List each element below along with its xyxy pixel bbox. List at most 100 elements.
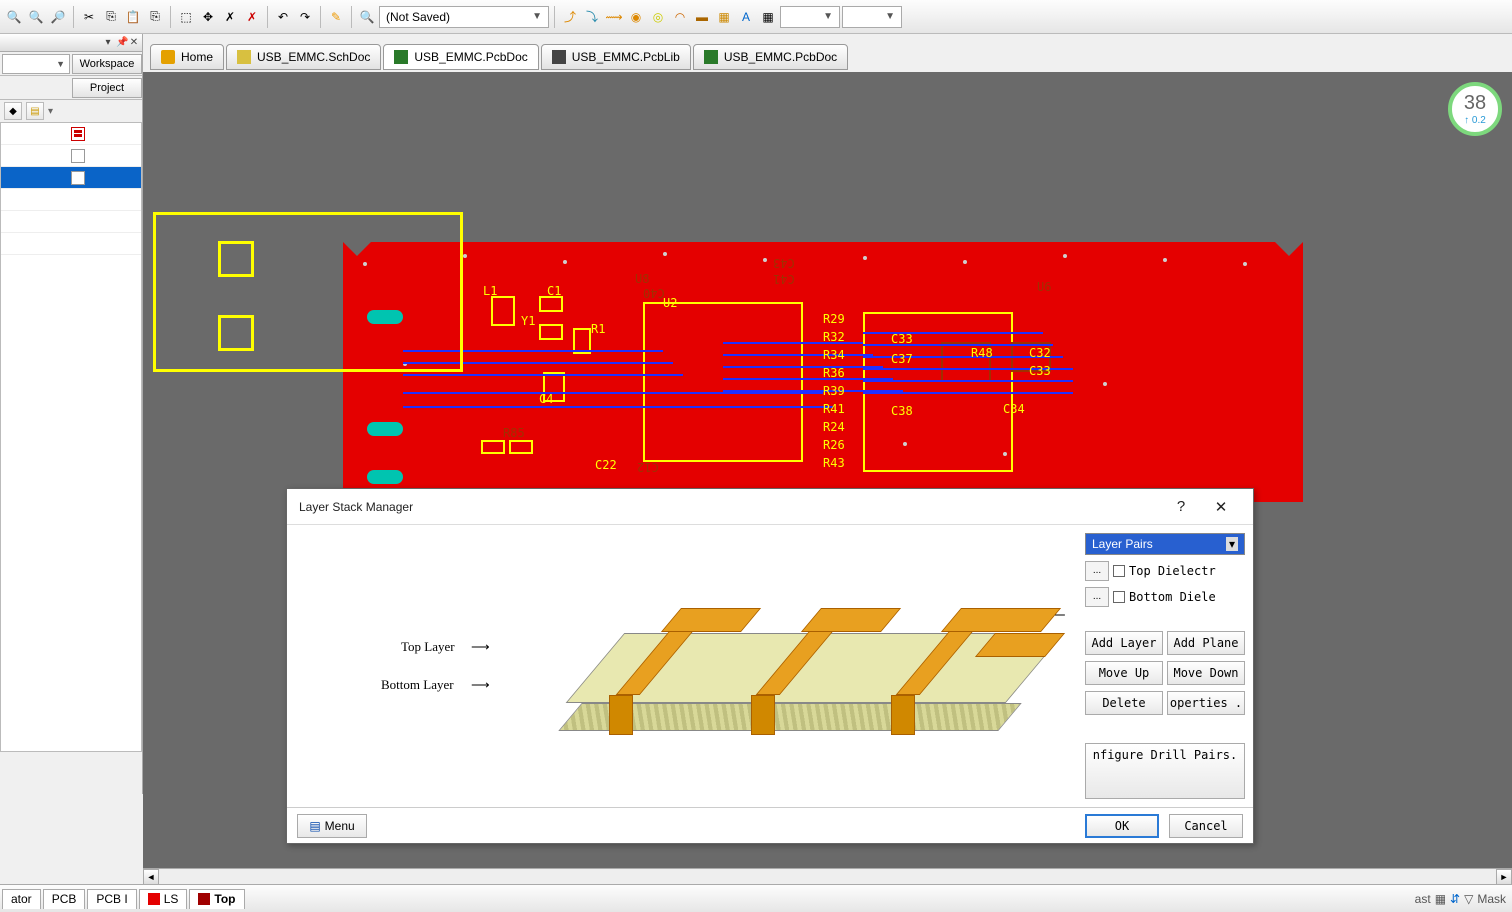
horizontal-scrollbar[interactable]: ◄ ► [143, 868, 1512, 884]
select-rect-icon[interactable]: ⬚ [176, 7, 196, 27]
tab-pcblib[interactable]: USB_EMMC.PcbLib [541, 44, 691, 70]
clear-icon[interactable]: ✗ [242, 7, 262, 27]
tree-item[interactable] [1, 145, 141, 167]
tab-ator[interactable]: ator [2, 889, 41, 909]
layer-swatch-icon [198, 893, 210, 905]
dialog-titlebar[interactable]: Layer Stack Manager ? ✕ [287, 489, 1253, 525]
project-tree[interactable] [0, 122, 142, 752]
updown-icon[interactable]: ⇵ [1450, 892, 1460, 906]
dialog-side-panel: Layer Pairs ▾ ... Top Dielectr ... Botto… [1085, 533, 1245, 799]
delete-button[interactable]: Delete [1085, 691, 1163, 715]
snippet-combo-text: (Not Saved) [386, 10, 450, 24]
chevron-down-icon: ▾ [1226, 537, 1238, 551]
dialog-title-text: Layer Stack Manager [299, 500, 413, 514]
properties-button[interactable]: operties . [1167, 691, 1245, 715]
tab-pcb[interactable]: PCB [43, 889, 86, 909]
status-bar: ator PCB PCB I LS Top ast ▦ ⇵ ▽ Mask [0, 884, 1512, 912]
filter-icon[interactable]: ▽ [1464, 892, 1473, 906]
pin-icon[interactable]: 📌 [116, 38, 126, 48]
zoom-fit-icon[interactable]: 🔍 [4, 7, 24, 27]
tab-pcbdoc-2[interactable]: USB_EMMC.PcbDoc [693, 44, 848, 70]
component-icon[interactable]: ▦ [758, 7, 778, 27]
move-down-button[interactable]: Move Down [1167, 661, 1245, 685]
layer-stack-graphic: Top Layer ⟶ Bottom Layer ⟶ ⟶ [295, 533, 1073, 799]
main-toolbar: 🔍 🔍 🔎 ✂ ⎘ 📋 ⎘ ⬚ ✥ ✗ ✗ ↶ ↷ ✎ 🔍 (Not Saved… [0, 0, 1512, 34]
cancel-button[interactable]: Cancel [1169, 814, 1243, 838]
schdoc-icon [237, 50, 251, 64]
usb-connector-outline [153, 212, 463, 372]
tree-item[interactable] [1, 233, 141, 255]
options-icon[interactable]: ▤ [26, 102, 44, 120]
layer-tab-ls[interactable]: LS [139, 889, 188, 909]
browse-icon[interactable]: 🔍 [357, 7, 377, 27]
dialog-footer: ▤ Menu OK Cancel [287, 807, 1253, 843]
add-layer-button[interactable]: Add Layer [1085, 631, 1163, 655]
close-icon[interactable]: ✕ [129, 38, 139, 48]
project-button[interactable]: Project [72, 78, 142, 98]
route-icon[interactable]: ⤴ [560, 7, 580, 27]
pcbdoc-icon [394, 50, 408, 64]
move-icon[interactable]: ✥ [198, 7, 218, 27]
compile-icon[interactable]: ◆ [4, 102, 22, 120]
help-button[interactable]: ? [1161, 492, 1201, 522]
layer-combo-2[interactable]: ▼ [842, 6, 902, 28]
string-icon[interactable]: A [736, 7, 756, 27]
workspace-combo[interactable]: ▼ [2, 54, 70, 74]
deselect-icon[interactable]: ✗ [220, 7, 240, 27]
layer-pairs-combo[interactable]: Layer Pairs ▾ [1085, 533, 1245, 555]
polygon-icon[interactable]: ▦ [714, 7, 734, 27]
via-icon[interactable]: ◉ [626, 7, 646, 27]
ellipsis-button[interactable]: ... [1085, 587, 1109, 607]
route-diff-icon[interactable]: ⤵ [582, 7, 602, 27]
tree-item[interactable] [1, 123, 141, 145]
tree-item[interactable] [1, 211, 141, 233]
home-icon [161, 50, 175, 64]
configure-drill-pairs-button[interactable]: nfigure Drill Pairs. [1085, 743, 1245, 799]
ic-u2-outline [643, 302, 803, 462]
move-up-button[interactable]: Move Up [1085, 661, 1163, 685]
doc-icon [71, 149, 85, 163]
arc-icon[interactable]: ◠ [670, 7, 690, 27]
route-multi-icon[interactable]: ⟿ [604, 7, 624, 27]
snippet-combo[interactable]: (Not Saved) ▼ [379, 6, 549, 28]
layer-swatch-icon [148, 893, 160, 905]
layer-tab-top[interactable]: Top [189, 889, 244, 909]
duplicate-icon[interactable]: ⎘ [145, 7, 165, 27]
cut-icon[interactable]: ✂ [79, 7, 99, 27]
bottom-dielectric-checkbox[interactable] [1113, 591, 1125, 603]
ellipsis-button[interactable]: ... [1085, 561, 1109, 581]
redo-icon[interactable]: ↷ [295, 7, 315, 27]
projects-panel: ▾ 📌 ✕ ▼ Workspace Project ◆ ▤ ▾ [0, 34, 143, 794]
top-dielectric-checkbox[interactable] [1113, 565, 1125, 577]
schdoc-icon [71, 127, 85, 141]
tab-schdoc[interactable]: USB_EMMC.SchDoc [226, 44, 381, 70]
panel-header: ▾ 📌 ✕ [0, 34, 142, 52]
document-tabs: Home USB_EMMC.SchDoc USB_EMMC.PcbDoc USB… [150, 44, 848, 70]
pad [367, 422, 403, 436]
pad [367, 470, 403, 484]
zoom-out-icon[interactable]: 🔎 [48, 7, 68, 27]
scroll-right-button[interactable]: ► [1496, 869, 1512, 885]
tree-item[interactable] [1, 189, 141, 211]
paste-icon[interactable]: 📋 [123, 7, 143, 27]
add-plane-button[interactable]: Add Plane [1167, 631, 1245, 655]
tab-pcbdoc-active[interactable]: USB_EMMC.PcbDoc [383, 44, 538, 70]
tab-pcb-i[interactable]: PCB I [87, 889, 136, 909]
highlight-icon[interactable]: ✎ [326, 7, 346, 27]
close-button[interactable]: ✕ [1201, 492, 1241, 522]
pad-icon[interactable]: ◎ [648, 7, 668, 27]
undo-icon[interactable]: ↶ [273, 7, 293, 27]
layer-stack-manager-dialog: Layer Stack Manager ? ✕ Top Layer ⟶ Bott… [286, 488, 1254, 844]
menu-button[interactable]: ▤ Menu [297, 814, 367, 838]
ok-button[interactable]: OK [1085, 814, 1159, 838]
tree-item-selected[interactable] [1, 167, 141, 189]
zoom-in-icon[interactable]: 🔍 [26, 7, 46, 27]
scroll-left-button[interactable]: ◄ [143, 869, 159, 885]
fill-icon[interactable]: ▬ [692, 7, 712, 27]
copy-icon[interactable]: ⎘ [101, 7, 121, 27]
grid-icon[interactable]: ▦ [1435, 892, 1446, 906]
workspace-button[interactable]: Workspace [72, 54, 142, 74]
tab-home[interactable]: Home [150, 44, 224, 70]
chevron-down-icon[interactable]: ▾ [103, 38, 113, 48]
layer-combo-1[interactable]: ▼ [780, 6, 840, 28]
